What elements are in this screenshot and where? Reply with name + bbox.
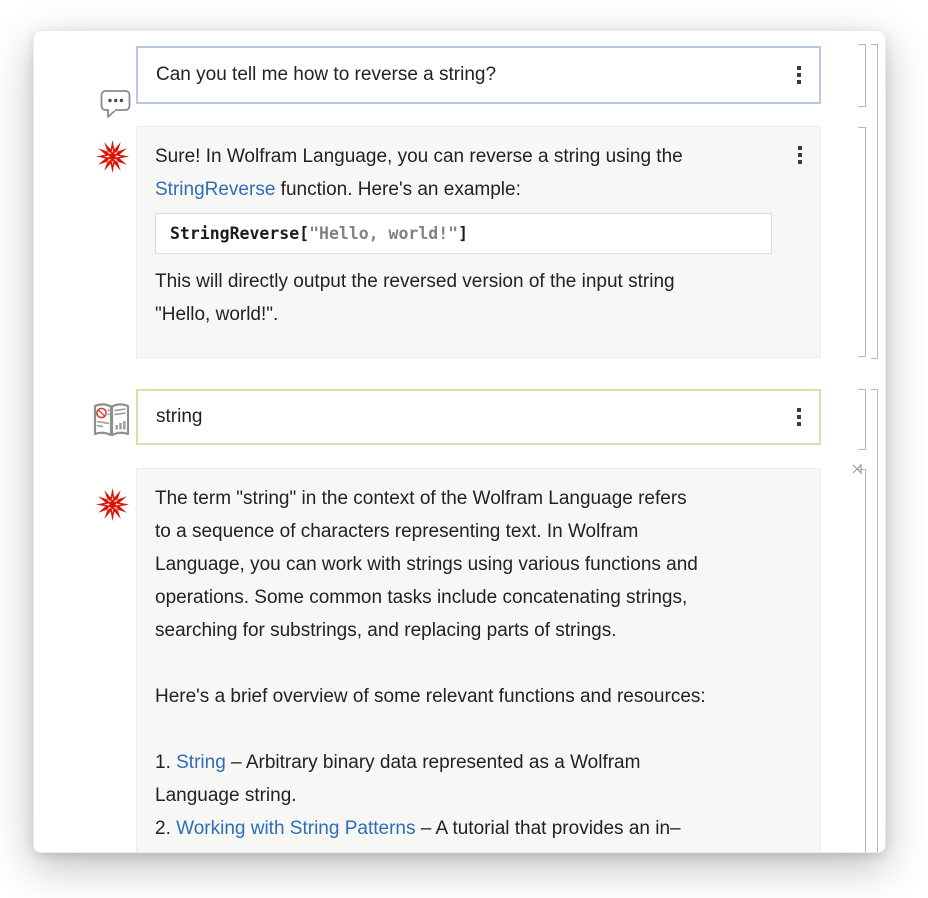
paragraph-gap [155,713,802,746]
cell-bracket-lookup-input[interactable] [858,389,866,450]
cell-options-menu-icon[interactable] [795,64,803,86]
response-line: This will directly output the reversed v… [155,265,802,298]
lookup-input-cell[interactable]: string [136,389,821,445]
response-line: searching for substrings, and replacing … [155,614,802,647]
list-item: 2. Working with String Patterns – A tuto… [155,812,802,845]
cell-options-menu-icon[interactable] [795,406,803,428]
response-line: operations. Some common tasks include co… [155,581,802,614]
response-line: Here's a brief overview of some relevant… [155,680,802,713]
list-item: 1. String – Arbitrary binary data repres… [155,746,802,779]
cell-bracket-marker-icon [851,462,863,481]
code-close-bracket: ] [458,224,468,243]
cell-group-bracket-first-exchange[interactable] [871,44,878,359]
list-item-continued: Language string. [155,779,802,812]
wolfram-spikey-icon [96,140,129,178]
cell-bracket-assistant-response[interactable] [858,127,866,357]
code-string-literal: "Hello, world!" [309,224,458,243]
lookup-input-text[interactable]: string [156,406,202,428]
chat-input-cell[interactable]: Can you tell me how to reverse a string? [136,46,821,104]
docs-book-icon [91,398,132,447]
wolfram-spikey-icon [96,488,129,526]
chat-bubble-icon [100,88,132,125]
response-line: Language, you can work with strings usin… [155,548,802,581]
response-line: "Hello, world!". [155,298,802,331]
response-line: Sure! In Wolfram Language, you can rever… [155,140,802,173]
code-function-name: StringReverse [170,224,299,243]
cell-bracket-chat-input[interactable] [858,44,866,107]
assistant-response-cell: The term "string" in the context of the … [136,468,821,853]
response-line: StringReverse function. Here's an exampl… [155,173,802,206]
code-block[interactable]: StringReverse["Hello, world!"] [155,213,772,254]
string-doc-link[interactable]: String [176,752,226,773]
assistant-response-cell: Sure! In Wolfram Language, you can rever… [136,126,821,358]
screenshot-stage: Can you tell me how to reverse a string?… [0,0,928,898]
code-open-bracket: [ [299,224,309,243]
response-line: to a sequence of characters representing… [155,515,802,548]
notebook-window: Can you tell me how to reverse a string?… [33,30,886,853]
paragraph-gap [155,647,802,680]
response-line: The term "string" in the context of the … [155,482,802,515]
stringreverse-doc-link[interactable]: StringReverse [155,179,275,200]
chat-input-text[interactable]: Can you tell me how to reverse a string? [156,64,496,86]
cell-bracket-assistant-response[interactable] [858,469,866,853]
cell-group-bracket-second-exchange[interactable] [871,389,878,853]
string-patterns-tutorial-link[interactable]: Working with String Patterns [176,818,415,839]
cell-options-menu-icon[interactable] [796,144,804,166]
